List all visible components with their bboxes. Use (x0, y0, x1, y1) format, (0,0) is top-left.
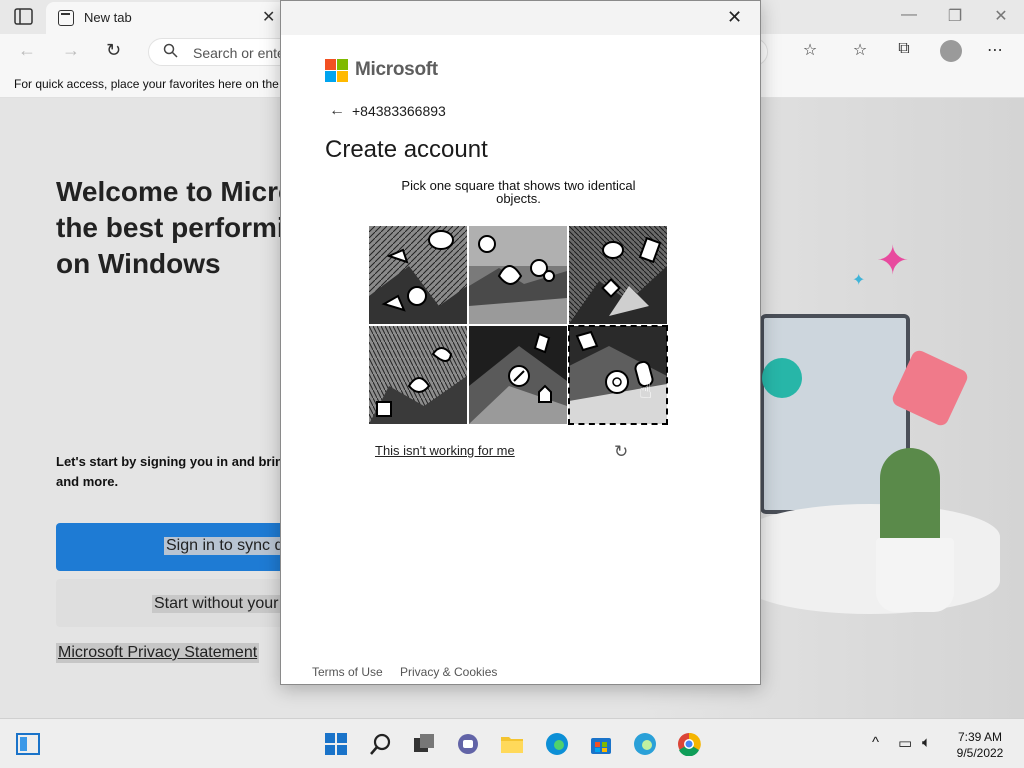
puzzle-tile-5[interactable] (469, 326, 567, 424)
puzzle-tile-4[interactable] (369, 326, 467, 424)
tab-new-tab[interactable]: New tab ✕ (46, 2, 286, 34)
more-options-icon[interactable]: ⋯ (983, 40, 1007, 64)
tab-actions-icon[interactable] (14, 8, 34, 26)
privacy-cookies-link[interactable]: Privacy & Cookies (400, 665, 497, 679)
add-favorite-icon[interactable]: ☆ (798, 40, 822, 64)
privacy-statement-link[interactable]: Microsoft Privacy Statement (56, 643, 260, 663)
search-icon (163, 43, 178, 62)
search-taskbar-icon[interactable] (369, 732, 393, 756)
tab-close-icon[interactable]: ✕ (262, 7, 275, 27)
store-icon[interactable] (589, 732, 613, 756)
system-clock[interactable]: 7:39 AM 9/5/2022 (948, 729, 1012, 761)
chrome-icon[interactable] (677, 732, 701, 757)
window-close-button[interactable]: ✕ (986, 6, 1016, 26)
puzzle-tile-2[interactable] (469, 226, 567, 324)
favorites-hint: For quick access, place your favorites h… (14, 77, 279, 91)
dialog-titlebar: ✕ (281, 1, 760, 35)
create-account-dialog: ✕ Microsoft ← +84383366893 Create accoun… (280, 0, 761, 685)
edge-icon[interactable] (545, 732, 569, 756)
microsoft-logo-icon (325, 59, 349, 83)
collections-icon[interactable]: ⧉ (892, 40, 916, 64)
address-placeholder: Search or ente (193, 45, 285, 61)
new-tab-favicon-icon (58, 10, 74, 26)
clock-time: 7:39 AM (957, 730, 1003, 744)
puzzle-tile-3[interactable] (569, 226, 667, 324)
start-without-label: Start without your (152, 595, 281, 613)
edge-beta-icon[interactable] (633, 732, 657, 756)
widgets-icon[interactable] (16, 732, 40, 756)
back-button[interactable]: ← (18, 40, 36, 61)
sparkle-icon: ✦ (876, 239, 910, 283)
forward-button[interactable]: → (62, 40, 80, 61)
favorites-icon[interactable]: ☆ (848, 40, 872, 64)
table-illustration (740, 504, 1000, 614)
terms-of-use-link[interactable]: Terms of Use (312, 665, 383, 679)
puzzle-grid: ☝ (369, 226, 668, 425)
puzzle-tile-6[interactable]: ☝ (568, 325, 668, 425)
chat-icon[interactable] (456, 732, 480, 756)
dialog-close-button[interactable]: ✕ (727, 7, 742, 28)
teal-shape-illustration (762, 358, 802, 398)
taskbar: ^ ▭ 🔈︎ 7:39 AM 9/5/2022 (0, 718, 1024, 768)
not-working-link[interactable]: This isn't working for me (375, 443, 515, 458)
refresh-button[interactable]: ↻ (106, 40, 121, 61)
pot-illustration (876, 538, 954, 612)
puzzle-instructions: Pick one square that shows two identical… (401, 178, 636, 206)
volume-icon[interactable]: 🔈︎ (922, 734, 931, 751)
sparkle-small-icon: ✦ (852, 272, 866, 289)
start-icon[interactable] (324, 732, 348, 756)
hand-cursor-icon: ☝ (639, 378, 653, 403)
sign-in-label: Sign in to sync d (164, 537, 286, 555)
tab-title: New tab (84, 10, 132, 25)
profile-avatar-icon[interactable] (940, 40, 962, 62)
task-view-icon[interactable] (412, 732, 436, 756)
page-title: Create account (325, 136, 488, 163)
restore-button[interactable]: ❐ (940, 6, 970, 26)
phone-number: +84383366893 (352, 103, 446, 119)
file-explorer-icon[interactable] (500, 732, 524, 756)
clock-date: 9/5/2022 (956, 746, 1004, 760)
loading-spinner-icon: ↻ (614, 442, 629, 461)
puzzle-tile-1[interactable] (369, 226, 467, 324)
tray-chevron-icon[interactable]: ^ (872, 734, 879, 751)
minimize-button[interactable]: — (894, 6, 924, 24)
back-arrow-icon[interactable]: ← (329, 102, 345, 120)
brand-name: Microsoft (355, 59, 438, 80)
network-icon[interactable]: ▭ (898, 734, 912, 752)
